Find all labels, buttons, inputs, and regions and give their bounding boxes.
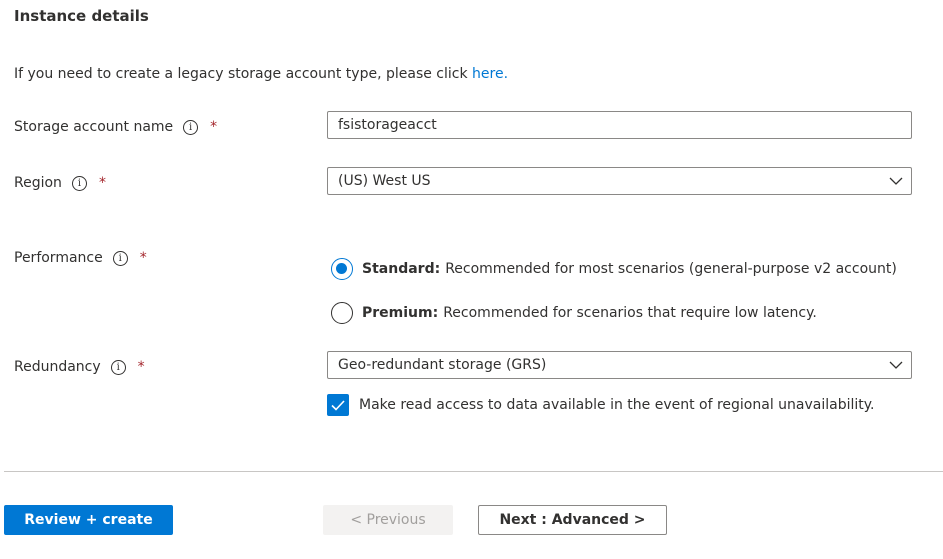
standard-description: Recommended for most scenarios (general-… [445, 261, 897, 277]
legacy-notice: If you need to create a legacy storage a… [14, 66, 508, 82]
chevron-down-icon [881, 351, 911, 379]
info-icon[interactable]: i [183, 119, 199, 135]
read-access-checkbox[interactable] [327, 394, 349, 416]
radio-button-unchecked[interactable] [331, 302, 353, 324]
legacy-here-link[interactable]: here. [472, 66, 508, 82]
required-asterisk: * [137, 359, 145, 375]
radio-button-checked[interactable] [331, 258, 353, 280]
standard-label: Standard: [362, 261, 441, 277]
redundancy-value: Geo-redundant storage (GRS) [338, 357, 547, 373]
read-access-label: Make read access to data available in th… [359, 397, 875, 413]
info-icon[interactable]: i [110, 359, 126, 375]
info-icon[interactable]: i [112, 250, 128, 266]
premium-label: Premium: [362, 305, 439, 321]
info-icon[interactable]: i [71, 175, 87, 191]
region-label-row: Region i * [14, 175, 106, 191]
required-asterisk: * [210, 119, 218, 135]
previous-button[interactable]: < Previous [323, 505, 453, 535]
storage-account-name-label-row: Storage account name i * [14, 119, 217, 135]
region-select[interactable]: (US) West US [327, 167, 912, 195]
performance-label-row: Performance i * [14, 250, 147, 266]
footer-divider [4, 471, 943, 472]
performance-option-premium[interactable]: Premium: Recommended for scenarios that … [331, 302, 817, 324]
performance-label: Performance [14, 250, 103, 266]
region-label: Region [14, 175, 62, 191]
redundancy-label-row: Redundancy i * [14, 359, 145, 375]
region-value: (US) West US [338, 173, 431, 189]
chevron-down-icon [881, 167, 911, 195]
storage-account-name-label: Storage account name [14, 119, 174, 135]
performance-option-standard[interactable]: Standard: Recommended for most scenarios… [331, 258, 897, 280]
checkmark-icon [331, 399, 345, 411]
redundancy-select[interactable]: Geo-redundant storage (GRS) [327, 351, 912, 379]
legacy-notice-text: If you need to create a legacy storage a… [14, 66, 473, 82]
required-asterisk: * [139, 250, 147, 266]
redundancy-label: Redundancy [14, 359, 101, 375]
review-create-button[interactable]: Review + create [4, 505, 173, 535]
next-advanced-button[interactable]: Next : Advanced > [478, 505, 667, 535]
storage-account-name-input[interactable]: fsistorageacct [327, 111, 912, 139]
required-asterisk: * [98, 175, 106, 191]
section-title: Instance details [14, 7, 149, 25]
storage-account-name-value: fsistorageacct [338, 117, 437, 133]
read-access-option[interactable]: Make read access to data available in th… [327, 394, 875, 416]
premium-description: Recommended for scenarios that require l… [443, 305, 817, 321]
